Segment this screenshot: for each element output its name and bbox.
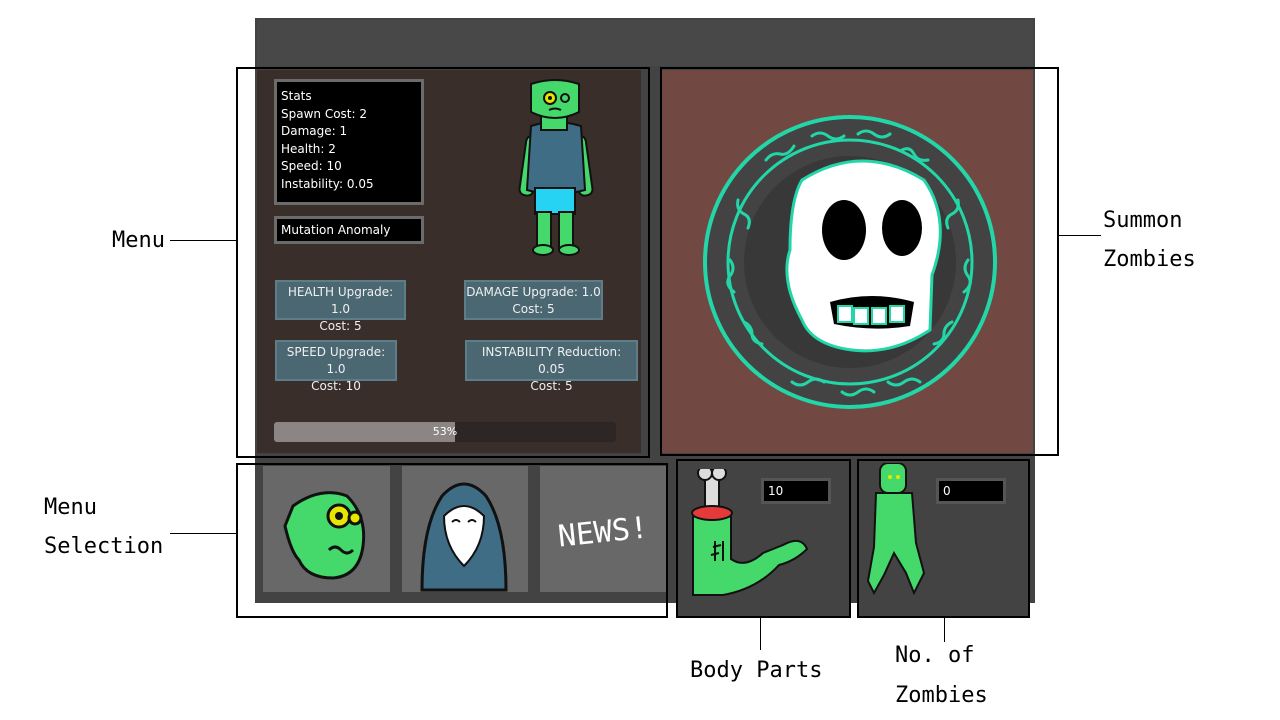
zombies-annotation-box <box>857 459 1030 618</box>
body-parts-annotation-label: Body Parts <box>690 658 823 683</box>
menu-selection-leader-line <box>170 533 236 534</box>
top-bar <box>257 20 1033 66</box>
body-parts-annotation-box <box>676 459 851 618</box>
zombies-annotation-label-2: Zombies <box>895 683 988 708</box>
menu-annotation-label: Menu <box>112 228 165 253</box>
menu-selection-annotation-label-1: Menu <box>44 495 97 520</box>
body-parts-leader-line <box>760 618 761 650</box>
menu-leader-line <box>170 240 236 241</box>
summon-annotation-box <box>660 67 1059 456</box>
summon-annotation-label-2: Zombies <box>1103 247 1196 272</box>
summon-leader-line <box>1059 235 1101 236</box>
zombies-annotation-label-1: No. of <box>895 643 975 668</box>
summon-annotation-label-1: Summon <box>1103 208 1183 233</box>
menu-selection-annotation-label-2: Selection <box>44 534 164 559</box>
menu-selection-annotation-box <box>236 463 668 618</box>
menu-annotation-box <box>236 67 650 458</box>
